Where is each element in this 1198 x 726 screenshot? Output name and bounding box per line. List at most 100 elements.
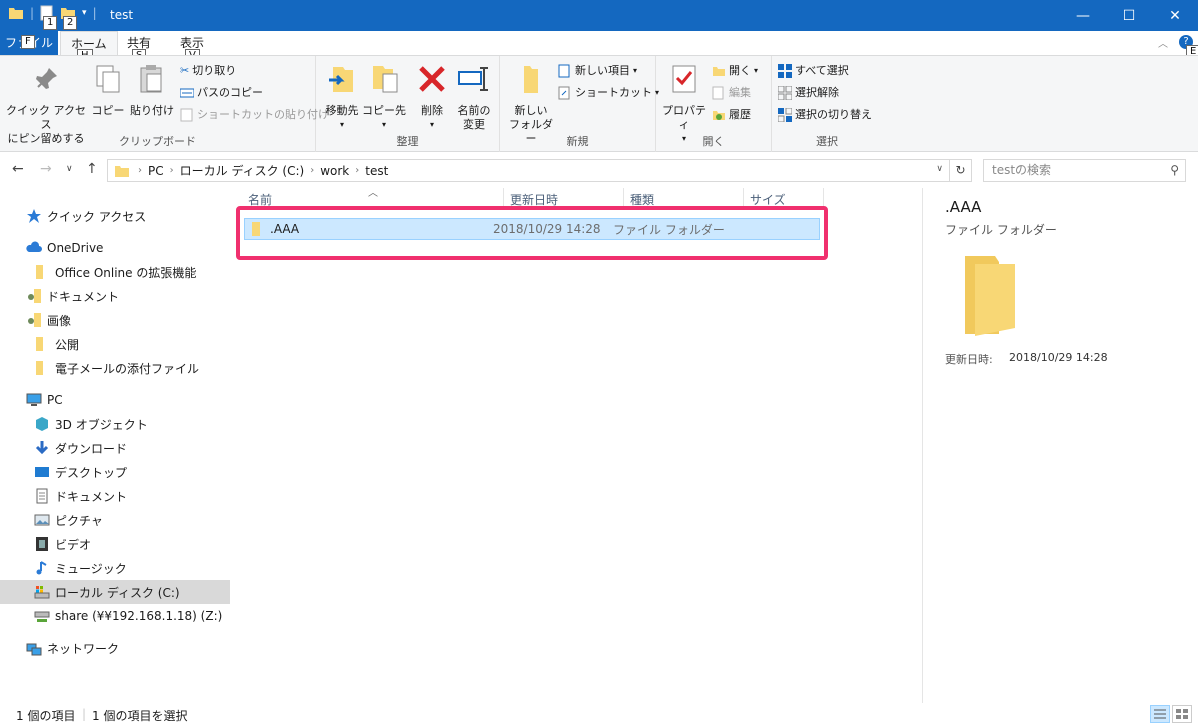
dropdown-arrow-icon: ▾ bbox=[633, 66, 638, 75]
nav-item-3d-objects[interactable]: 3D オブジェクト bbox=[0, 412, 230, 436]
details-date: 2018/10/29 14:28 bbox=[1009, 351, 1108, 364]
dropdown-arrow-icon: ▾ bbox=[429, 120, 434, 129]
picture-icon bbox=[34, 514, 50, 526]
details-view-icon bbox=[1154, 709, 1166, 719]
folder-icon bbox=[252, 222, 260, 236]
divider: | bbox=[30, 6, 35, 20]
minimize-button[interactable]: — bbox=[1060, 0, 1106, 31]
breadcrumb-separator: › bbox=[138, 165, 142, 176]
dropdown-arrow-icon: ▾ bbox=[339, 120, 344, 129]
breadcrumb-separator: › bbox=[169, 165, 174, 176]
nav-item-pc[interactable]: PC bbox=[0, 388, 230, 412]
shared-folder-icon bbox=[28, 289, 41, 303]
delete-button[interactable]: 削除 ▾ bbox=[412, 62, 452, 132]
nav-item-public[interactable]: 公開 bbox=[0, 332, 230, 356]
paste-shortcut-button[interactable]: ショートカットの貼り付け bbox=[180, 105, 329, 125]
cut-button[interactable]: ✂ 切り取り bbox=[180, 61, 236, 81]
nav-item-office-online[interactable]: Office Online の拡張機能 bbox=[0, 260, 230, 284]
history-button[interactable]: 履歴 bbox=[712, 105, 751, 125]
nav-item-music[interactable]: ミュージック bbox=[0, 556, 230, 580]
file-name-cell: .AAA bbox=[245, 221, 493, 237]
document-icon bbox=[36, 488, 48, 504]
maximize-button[interactable]: ☐ bbox=[1106, 0, 1152, 31]
copy-icon bbox=[96, 65, 120, 93]
file-type: ファイル フォルダー bbox=[613, 222, 725, 237]
status-selected: 1 個の項目を選択 bbox=[92, 709, 188, 723]
music-icon bbox=[36, 561, 47, 575]
up-button[interactable]: ↑ bbox=[86, 161, 98, 177]
download-icon bbox=[35, 441, 49, 455]
nav-item-network-drive[interactable]: share (¥¥192.168.1.18) (Z:) bbox=[0, 604, 230, 628]
nav-item-onedrive-pictures[interactable]: 画像 bbox=[0, 308, 230, 332]
easy-access-button[interactable]: ショートカット ▾ bbox=[558, 83, 659, 103]
refresh-button[interactable]: ↻ bbox=[949, 160, 971, 181]
select-group: すべて選択 選択解除 選択の切り替え 選択 bbox=[772, 56, 882, 152]
paste-button[interactable]: 貼り付け bbox=[130, 62, 174, 118]
nav-item-pictures[interactable]: ピクチャ bbox=[0, 508, 230, 532]
qat-dropdown-icon[interactable]: ▾ bbox=[82, 8, 87, 18]
folder-icon bbox=[115, 165, 129, 177]
open-button[interactable]: 開く ▾ bbox=[712, 61, 758, 81]
nav-item-downloads[interactable]: ダウンロード bbox=[0, 436, 230, 460]
details-date-label: 更新日時: bbox=[945, 353, 993, 366]
select-none-button[interactable]: 選択解除 bbox=[778, 83, 839, 103]
breadcrumb-test[interactable]: test bbox=[361, 164, 392, 178]
nav-item-local-disk[interactable]: ローカル ディスク (C:) bbox=[0, 580, 230, 604]
move-to-label: 移動先 bbox=[325, 104, 359, 117]
new-group: 新しい フォルダー 新しい項目 ▾ ショートカット ▾ 新規 bbox=[500, 56, 659, 152]
address-bar[interactable]: › PC › ローカル ディスク (C:) › work › test ∨ ↻ bbox=[107, 159, 972, 182]
table-row[interactable]: .AAA 2018/10/29 14:28 ファイル フォルダー bbox=[244, 218, 820, 240]
back-button[interactable]: ← bbox=[12, 161, 24, 177]
copy-to-button[interactable]: コピー先 ▾ bbox=[362, 62, 406, 132]
invert-selection-label: 選択の切り替え bbox=[795, 108, 872, 121]
search-input[interactable]: testの検索 ⚲ bbox=[983, 159, 1186, 182]
properties-icon bbox=[672, 65, 696, 93]
breadcrumb-local-disk[interactable]: ローカル ディスク (C:) bbox=[176, 162, 309, 179]
recent-locations-icon[interactable]: ∨ bbox=[66, 164, 73, 174]
pin-icon bbox=[36, 68, 57, 89]
paste-icon bbox=[140, 65, 162, 93]
keytip-qat1: 1 bbox=[43, 16, 58, 30]
large-icons-view-button[interactable] bbox=[1172, 705, 1192, 723]
nav-item-quick-access[interactable]: クイック アクセス bbox=[0, 204, 230, 228]
clipboard-group: クイック アクセス にピン留めする コピー 貼り付け ✂ 切り取り パスのコピー… bbox=[0, 56, 329, 152]
nav-item-documents[interactable]: ドキュメント bbox=[0, 484, 230, 508]
details-view-button[interactable] bbox=[1150, 705, 1170, 723]
status-bar: 1 個の項目 | 1 個の項目を選択 bbox=[0, 703, 1198, 726]
address-dropdown-icon[interactable]: ∨ bbox=[936, 164, 943, 174]
nav-item-desktop[interactable]: デスクトップ bbox=[0, 460, 230, 484]
invert-selection-icon bbox=[778, 108, 792, 122]
nav-label: Office Online の拡張機能 bbox=[55, 265, 197, 280]
nav-item-onedrive[interactable]: OneDrive bbox=[0, 236, 230, 260]
move-to-button[interactable]: 移動先 ▾ bbox=[320, 62, 364, 132]
invert-selection-button[interactable]: 選択の切り替え bbox=[778, 105, 872, 125]
new-group-label: 新規 bbox=[566, 135, 589, 148]
breadcrumb-pc[interactable]: PC bbox=[144, 164, 168, 178]
nav-item-network[interactable]: ネットワーク bbox=[0, 636, 230, 660]
edit-button[interactable]: 編集 bbox=[712, 83, 751, 103]
history-icon bbox=[713, 111, 725, 120]
nav-label: 公開 bbox=[55, 337, 80, 352]
breadcrumb-work[interactable]: work bbox=[316, 164, 353, 178]
close-button[interactable]: ✕ bbox=[1152, 0, 1198, 31]
select-all-button[interactable]: すべて選択 bbox=[778, 61, 849, 81]
window-title: test bbox=[110, 8, 134, 22]
rename-button[interactable]: 名前の 変更 bbox=[452, 62, 496, 132]
forward-button[interactable]: → bbox=[40, 161, 52, 177]
rename-label: 名前の 変更 bbox=[457, 104, 491, 131]
nav-label: クイック アクセス bbox=[47, 209, 147, 224]
nav-item-videos[interactable]: ビデオ bbox=[0, 532, 230, 556]
folder-icon bbox=[9, 8, 23, 19]
file-date: 2018/10/29 14:28 bbox=[493, 222, 601, 236]
nav-label: share (¥¥192.168.1.18) (Z:) bbox=[55, 609, 223, 623]
cube-icon bbox=[36, 417, 48, 431]
collapse-ribbon-icon[interactable]: ︿ bbox=[1158, 35, 1168, 50]
file-name: .AAA bbox=[270, 222, 300, 236]
nav-item-onedrive-documents[interactable]: ドキュメント bbox=[0, 284, 230, 308]
copy-button[interactable]: コピー bbox=[88, 62, 128, 118]
nav-item-email-attachments[interactable]: 電子メールの添付ファイル bbox=[0, 356, 230, 380]
copy-path-button[interactable]: パスのコピー bbox=[180, 83, 263, 103]
details-name: .AAA bbox=[945, 198, 982, 216]
new-item-button[interactable]: 新しい項目 ▾ bbox=[558, 61, 637, 81]
nav-label: ビデオ bbox=[55, 537, 92, 552]
